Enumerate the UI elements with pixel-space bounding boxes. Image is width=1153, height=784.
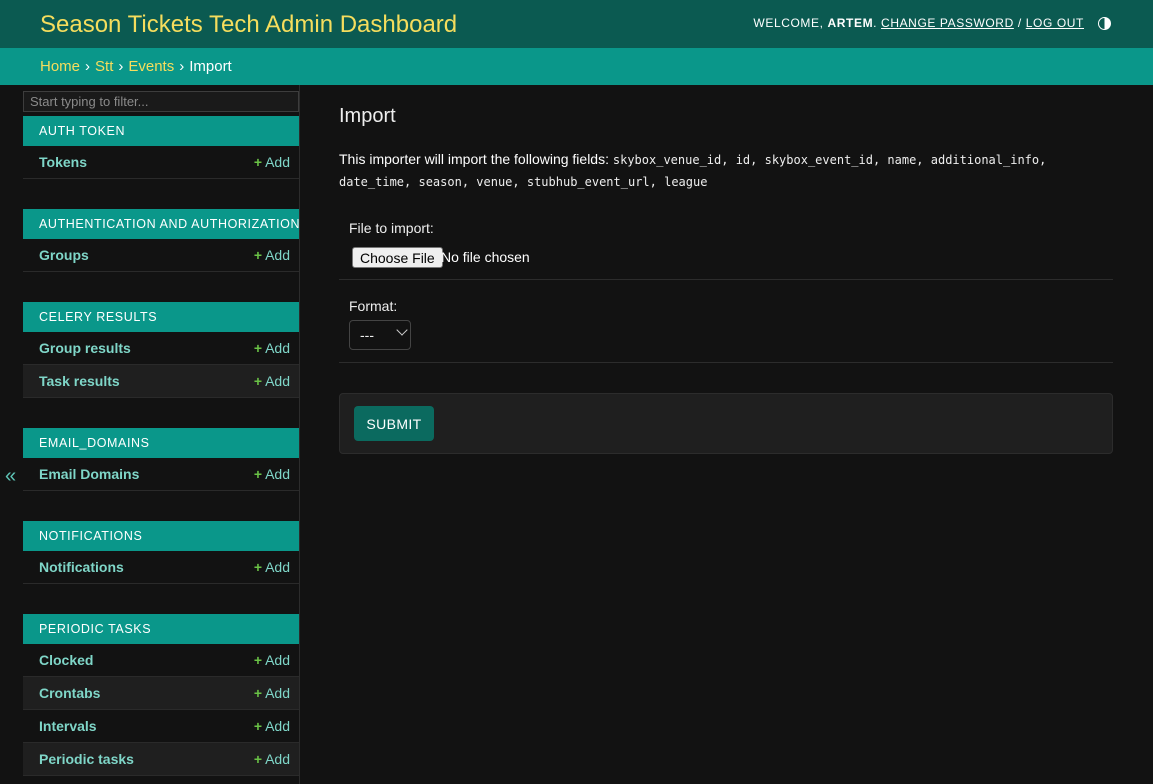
breadcrumb: Home › Stt › Events › Import: [0, 48, 1153, 85]
contrast-icon[interactable]: [1098, 16, 1111, 30]
add-email-domains-link[interactable]: + Add: [254, 466, 290, 482]
submit-row: SUBMIT: [339, 393, 1113, 454]
add-group-results-link[interactable]: + Add: [254, 340, 290, 356]
add-clocked-link[interactable]: + Add: [254, 652, 290, 668]
model-link-groups[interactable]: Groups: [39, 247, 89, 263]
model-row-groups: Groups + Add: [23, 239, 299, 272]
plus-icon: +: [253, 652, 263, 668]
add-label: Add: [265, 685, 290, 701]
model-row-task-results: Task results + Add: [23, 365, 299, 398]
header: Season Tickets Tech Admin Dashboard WELC…: [0, 0, 1153, 48]
plus-icon: +: [253, 373, 263, 389]
log-out-link[interactable]: LOG OUT: [1026, 16, 1084, 30]
fields-list-line-2: date_time, season, venue, stubhub_event_…: [339, 175, 708, 189]
model-link-email-domains[interactable]: Email Domains: [39, 466, 139, 482]
plus-icon: +: [253, 247, 263, 263]
module-caption[interactable]: PERIODIC TASKS: [23, 614, 299, 644]
breadcrumb-stt[interactable]: Stt: [95, 58, 113, 75]
model-row-tokens: Tokens + Add: [23, 146, 299, 179]
model-link-clocked[interactable]: Clocked: [39, 652, 93, 668]
format-selected-value: ---: [360, 327, 374, 343]
model-row-group-results: Group results + Add: [23, 332, 299, 365]
add-label: Add: [265, 247, 290, 263]
intro-text: This importer will import the following …: [339, 151, 609, 167]
module-caption[interactable]: AUTHENTICATION AND AUTHORIZATION: [23, 209, 300, 239]
module-email-domains: EMAIL_DOMAINS Email Domains + Add: [23, 428, 299, 491]
module-caption[interactable]: AUTH TOKEN: [23, 116, 299, 146]
add-task-results-link[interactable]: + Add: [254, 373, 290, 389]
module-caption[interactable]: EMAIL_DOMAINS: [23, 428, 299, 458]
model-link-intervals[interactable]: Intervals: [39, 718, 97, 734]
model-row-notifications: Notifications + Add: [23, 551, 299, 584]
format-select[interactable]: ---: [349, 320, 411, 350]
add-label: Add: [265, 559, 290, 575]
add-crontabs-link[interactable]: + Add: [254, 685, 290, 701]
breadcrumb-arrow: ›: [118, 58, 124, 75]
submit-button[interactable]: SUBMIT: [354, 406, 434, 441]
plus-icon: +: [253, 559, 263, 575]
import-fields-description: This importer will import the following …: [339, 149, 1113, 193]
add-periodic-tasks-link[interactable]: + Add: [254, 751, 290, 767]
add-label: Add: [265, 154, 290, 170]
add-tokens-link[interactable]: + Add: [254, 154, 290, 170]
add-notifications-link[interactable]: + Add: [254, 559, 290, 575]
fields-list-line-1: skybox_venue_id, id, skybox_event_id, na…: [612, 153, 1047, 167]
file-to-import-label: File to import:: [349, 220, 434, 236]
change-password-link[interactable]: CHANGE PASSWORD: [881, 16, 1014, 30]
module-auth-token: AUTH TOKEN Tokens + Add: [23, 116, 299, 179]
user-tools-separator: /: [1017, 16, 1022, 30]
add-intervals-link[interactable]: + Add: [254, 718, 290, 734]
model-row-periodic-tasks: Periodic tasks + Add: [23, 743, 299, 776]
add-label: Add: [265, 373, 290, 389]
add-label: Add: [265, 751, 290, 767]
module-caption[interactable]: NOTIFICATIONS: [23, 521, 299, 551]
module-notifications: NOTIFICATIONS Notifications + Add: [23, 521, 299, 584]
plus-icon: +: [253, 751, 263, 767]
plus-icon: +: [253, 685, 263, 701]
page-title: Import: [339, 105, 396, 127]
collapse-sidebar-icon[interactable]: «: [5, 465, 16, 488]
model-link-crontabs[interactable]: Crontabs: [39, 685, 100, 701]
breadcrumb-arrow: ›: [85, 58, 91, 75]
model-link-notifications[interactable]: Notifications: [39, 559, 124, 575]
model-link-group-results[interactable]: Group results: [39, 340, 131, 356]
add-label: Add: [265, 466, 290, 482]
model-link-task-results[interactable]: Task results: [39, 373, 120, 389]
module-authentication: AUTHENTICATION AND AUTHORIZATION Groups …: [23, 209, 300, 272]
plus-icon: +: [253, 340, 263, 356]
chevron-down-icon: [396, 324, 408, 336]
add-label: Add: [265, 652, 290, 668]
model-row-email-domains: Email Domains + Add: [23, 458, 299, 491]
module-celery-results: CELERY RESULTS Group results + Add Task r…: [23, 302, 299, 398]
add-groups-link[interactable]: + Add: [254, 247, 290, 263]
no-file-chosen-text: No file chosen: [441, 249, 530, 265]
breadcrumb-home[interactable]: Home: [40, 58, 80, 75]
model-row-intervals: Intervals + Add: [23, 710, 299, 743]
model-link-periodic-tasks[interactable]: Periodic tasks: [39, 751, 134, 767]
breadcrumb-current: Import: [189, 58, 232, 75]
add-label: Add: [265, 340, 290, 356]
module-caption[interactable]: CELERY RESULTS: [23, 302, 299, 332]
module-periodic-tasks: PERIODIC TASKS Clocked + Add Crontabs + Ad…: [23, 614, 299, 776]
model-link-tokens[interactable]: Tokens: [39, 154, 87, 170]
plus-icon: +: [253, 466, 263, 482]
format-form-row: Format: ---: [339, 280, 1113, 363]
file-form-row: File to import: Choose File No file chos…: [339, 209, 1113, 280]
plus-icon: +: [253, 718, 263, 734]
plus-icon: +: [253, 154, 263, 170]
model-row-clocked: Clocked + Add: [23, 644, 299, 677]
sidebar: « AUTH TOKEN Tokens +Add AUTHENTICATION …: [0, 85, 300, 784]
breadcrumb-events[interactable]: Events: [128, 58, 174, 75]
add-label: Add: [265, 718, 290, 734]
nav-filter-input[interactable]: [23, 91, 299, 112]
username: ARTEM: [827, 16, 874, 30]
site-name[interactable]: Season Tickets Tech Admin Dashboard: [40, 11, 457, 39]
format-label: Format:: [349, 298, 398, 314]
model-row-crontabs: Crontabs + Add: [23, 677, 299, 710]
choose-file-button[interactable]: Choose File: [352, 247, 443, 268]
breadcrumb-arrow: ›: [179, 58, 185, 75]
user-tools: WELCOME, ARTEM. CHANGE PASSWORD / LOG OU…: [753, 16, 1111, 30]
welcome-text: WELCOME,: [753, 16, 824, 30]
